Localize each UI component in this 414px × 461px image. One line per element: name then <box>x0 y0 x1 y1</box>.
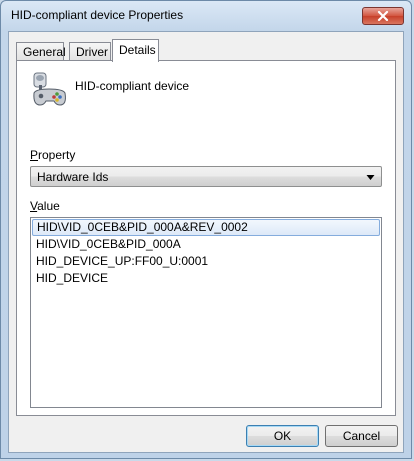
close-x-icon <box>377 11 389 21</box>
tab-details-label: Details <box>119 43 156 57</box>
ok-button[interactable]: OK <box>246 425 319 447</box>
cancel-button[interactable]: Cancel <box>325 425 398 447</box>
tab-general-label: General <box>23 45 66 59</box>
list-item[interactable]: HID_DEVICE <box>32 270 380 287</box>
window-title: HID-compliant device Properties <box>11 8 184 22</box>
property-dropdown-value: Hardware Ids <box>37 170 109 184</box>
list-item[interactable]: HID_DEVICE_UP:FF00_U:0001 <box>32 253 380 270</box>
close-button[interactable] <box>362 7 404 25</box>
property-label: Property <box>30 148 75 162</box>
value-label: Value <box>30 199 60 213</box>
list-item[interactable]: HID\VID_0CEB&PID_000A <box>32 236 380 253</box>
value-label-rest: alue <box>37 199 60 213</box>
game-controller-device-icon <box>33 72 66 106</box>
tab-general[interactable]: General <box>16 42 66 61</box>
property-label-rest: roperty <box>38 148 76 162</box>
chevron-down-icon <box>366 175 375 180</box>
device-name: HID-compliant device <box>75 79 190 93</box>
properties-dialog: HID-compliant device Properties General … <box>0 0 412 459</box>
tab-details[interactable]: Details <box>112 39 159 62</box>
property-label-accel: P <box>30 148 39 162</box>
value-listbox[interactable]: HID\VID_0CEB&PID_000A&REV_0002 HID\VID_0… <box>30 217 382 408</box>
tab-driver-label: Driver <box>76 45 108 59</box>
details-panel: HID-compliant device Property Hardware I… <box>16 60 396 416</box>
title-bar[interactable]: HID-compliant device Properties <box>1 1 411 31</box>
property-dropdown[interactable]: Hardware Ids <box>30 166 382 187</box>
tab-driver[interactable]: Driver <box>69 42 111 61</box>
list-item[interactable]: HID\VID_0CEB&PID_000A&REV_0002 <box>32 219 380 236</box>
dialog-body: General Driver Details HID-compliant dev… <box>8 31 404 453</box>
